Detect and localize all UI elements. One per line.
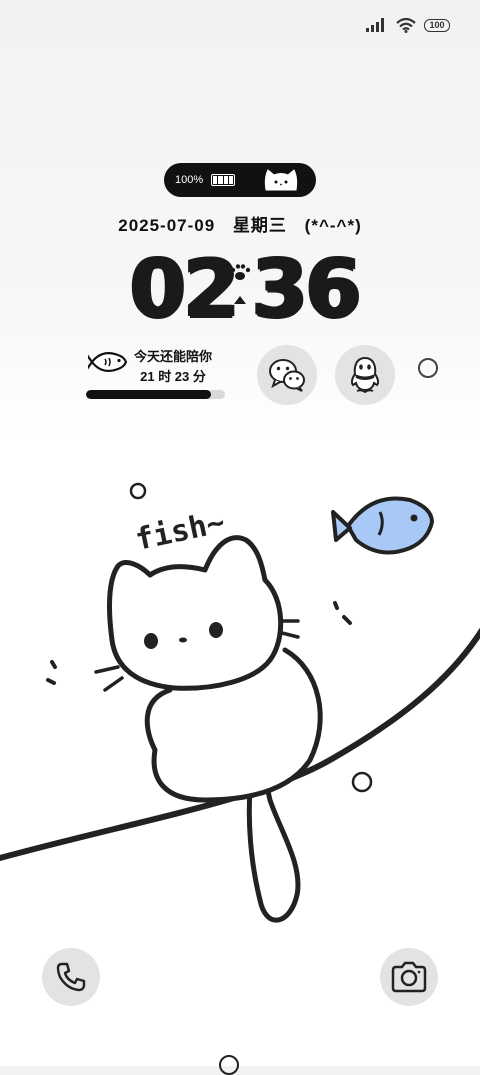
companion-line-2: 21 时 23 分 — [140, 369, 206, 384]
clock: 02 36 — [120, 242, 361, 335]
clock-minutes: 36 — [252, 242, 361, 335]
battery-indicator: 100 — [424, 18, 450, 32]
wechat-icon — [269, 359, 305, 392]
date-text: 2025-07-09 — [118, 216, 216, 235]
battery-icon — [211, 174, 236, 186]
date-line: 2025-07-09 星期三 (*^-^*) — [0, 211, 480, 236]
qq-button[interactable] — [335, 345, 395, 405]
bubble-1 — [129, 482, 147, 500]
fish-icon — [88, 352, 128, 372]
weekday-text: 星期三 — [232, 216, 287, 235]
cat-face-icon — [264, 169, 298, 191]
capsule-battery-percent: 100% — [175, 174, 204, 186]
wallpaper-illustration: fish~ — [0, 482, 480, 923]
cat-head — [107, 535, 284, 691]
wechat-button[interactable] — [257, 345, 317, 405]
camera-button[interactable] — [380, 948, 438, 1006]
emoticon-text: (*^-^*) — [304, 216, 362, 235]
wifi-icon — [396, 17, 416, 33]
signal-bars-icon — [366, 18, 384, 32]
companion-progress — [86, 390, 225, 399]
blue-fish-icon — [331, 496, 434, 555]
status-bar: 100 — [366, 14, 450, 36]
paw-icon — [230, 264, 251, 304]
home-indicator[interactable] — [219, 1055, 239, 1075]
phone-button[interactable] — [42, 948, 100, 1006]
camera-icon — [391, 961, 427, 993]
clock-hours: 02 — [130, 242, 239, 335]
qq-penguin-icon — [350, 356, 380, 394]
phone-icon — [56, 962, 86, 992]
companion-line-1: 今天还能陪你 — [134, 349, 213, 364]
companion-text: 今天还能陪你 21 时 23 分 — [134, 347, 212, 387]
more-ring-button[interactable] — [418, 358, 438, 378]
battery-capsule[interactable]: 100% — [164, 163, 316, 197]
companion-progress-fill — [86, 390, 212, 399]
bubble-2 — [351, 771, 373, 793]
